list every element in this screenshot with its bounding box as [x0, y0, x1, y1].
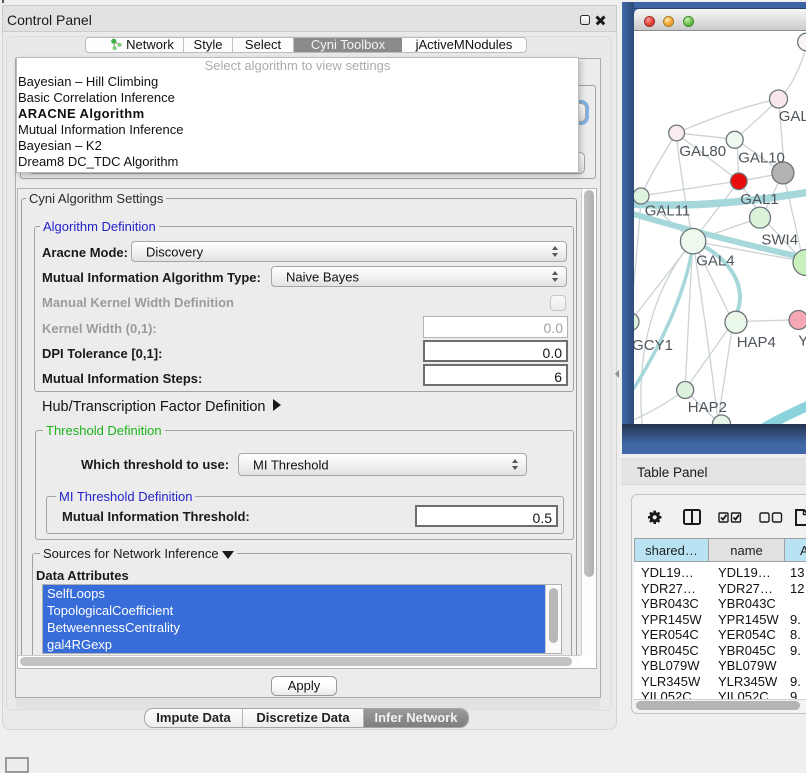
svg-text:GAL4: GAL4 [696, 253, 734, 270]
svg-text:GAL1: GAL1 [740, 191, 778, 208]
svg-text:GAL10: GAL10 [738, 150, 785, 167]
svg-text:HAP2: HAP2 [688, 399, 727, 416]
svg-text:YM: YM [798, 333, 806, 350]
svg-text:SWI4: SWI4 [761, 232, 798, 249]
svg-text:GCY1: GCY1 [634, 337, 673, 354]
svg-text:GAL11: GAL11 [645, 203, 691, 220]
svg-text:GAL80: GAL80 [679, 143, 726, 160]
svg-text:HAP4: HAP4 [737, 334, 776, 351]
svg-text:GAL7: GAL7 [779, 108, 806, 125]
